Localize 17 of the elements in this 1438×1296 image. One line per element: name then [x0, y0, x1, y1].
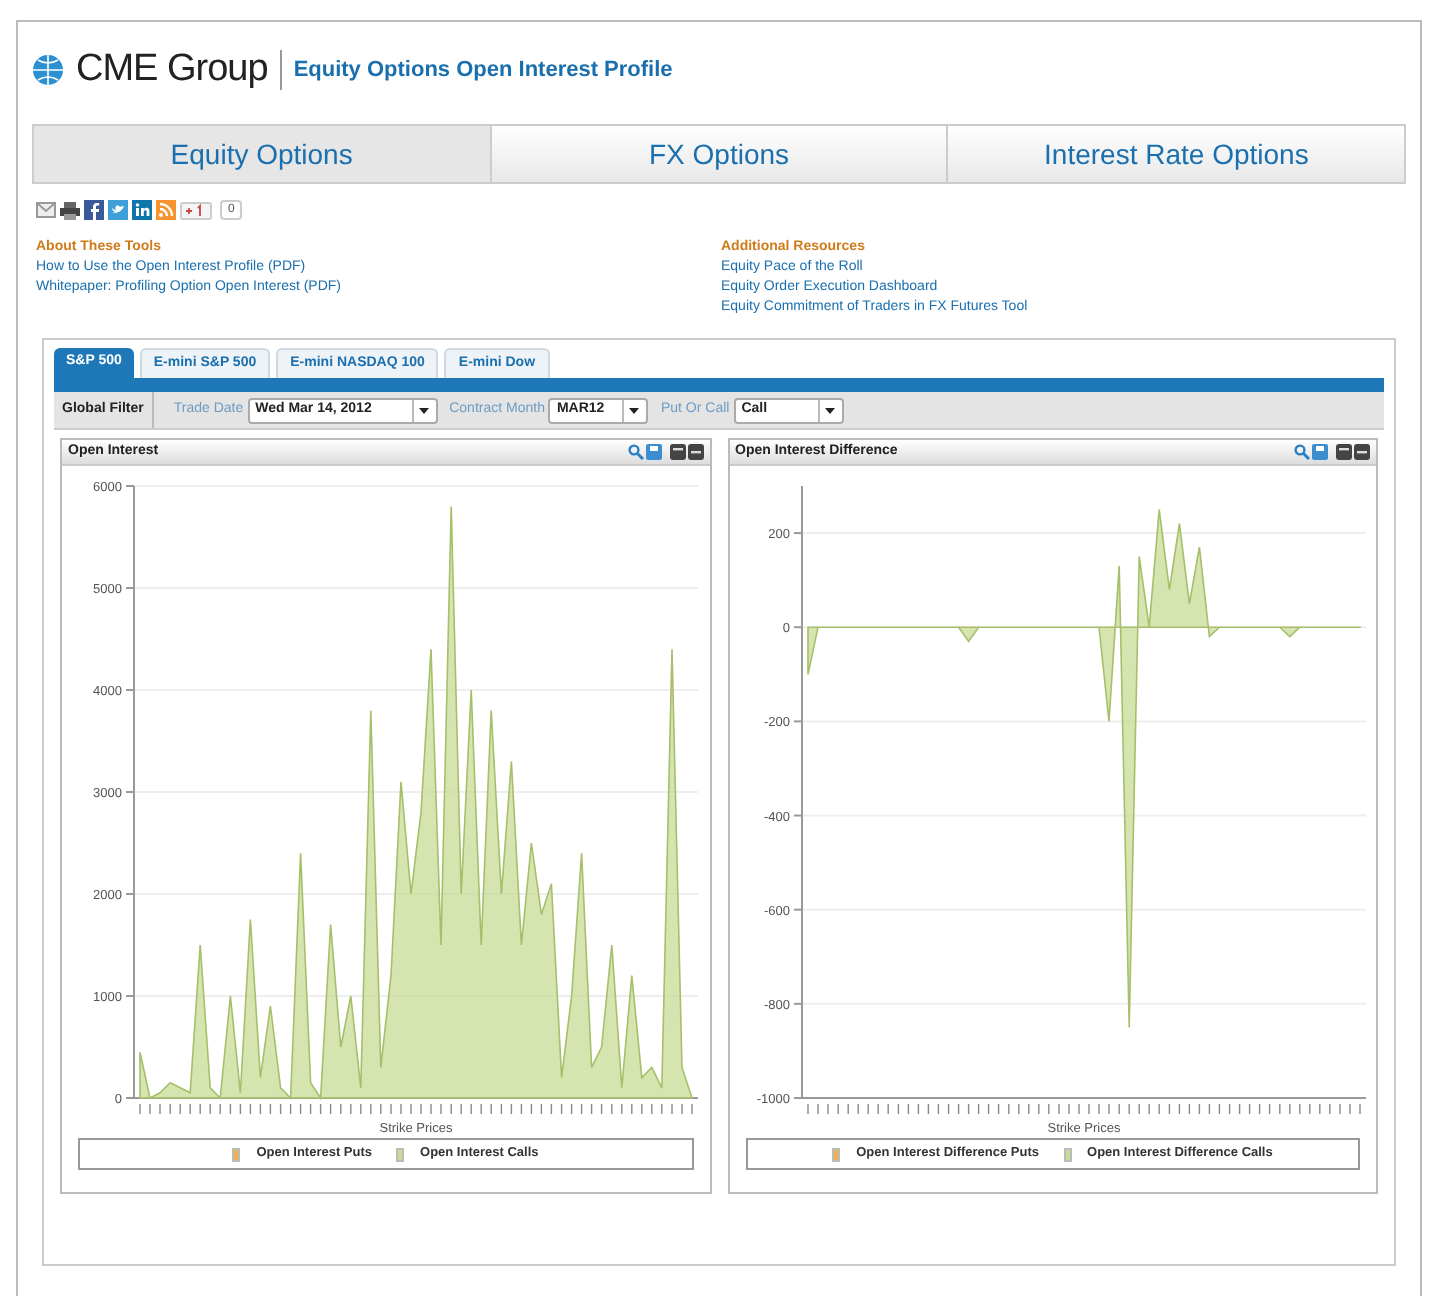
- page-title: Equity Options Open Interest Profile: [293, 55, 673, 86]
- window-icon[interactable]: [687, 444, 703, 460]
- facebook-icon[interactable]: [84, 200, 104, 220]
- window-icon[interactable]: [1336, 444, 1352, 460]
- search-icon[interactable]: [1294, 444, 1310, 460]
- print-icon[interactable]: [60, 201, 80, 219]
- plus-one-icon[interactable]: [180, 201, 212, 219]
- tab[interactable]: FX Options: [489, 126, 947, 182]
- tab[interactable]: Interest Rate Options: [946, 126, 1405, 182]
- search-icon[interactable]: [627, 444, 643, 460]
- bird-icon[interactable]: [108, 200, 128, 220]
- window-icon[interactable]: [669, 444, 685, 460]
- linkedin-icon[interactable]: [132, 200, 152, 220]
- window-icon[interactable]: [1354, 444, 1370, 460]
- brand-name: CME Group: [76, 45, 268, 94]
- globe-icon: [32, 54, 64, 86]
- tab[interactable]: Equity Options: [34, 126, 490, 182]
